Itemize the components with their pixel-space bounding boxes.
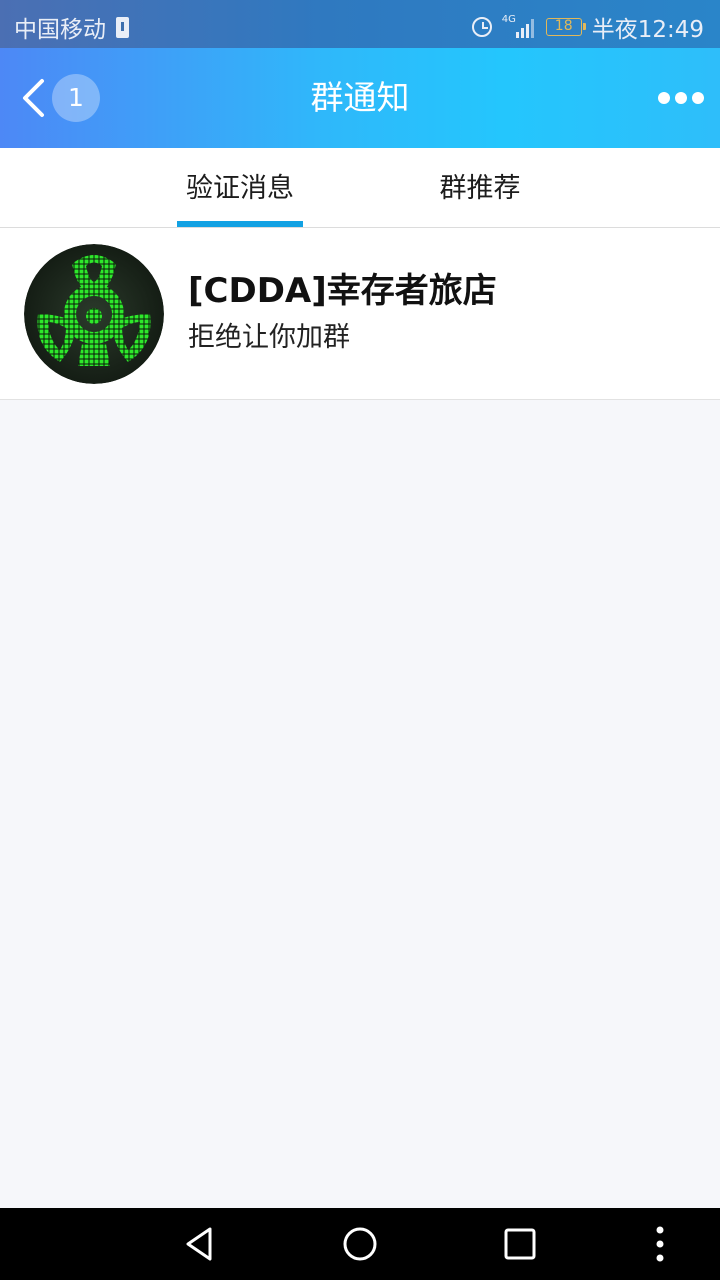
- system-navigation-bar: [0, 1208, 720, 1280]
- title-bar: 1 群通知: [0, 48, 720, 148]
- tab-verification-messages[interactable]: 验证消息: [177, 148, 303, 228]
- group-name: [CDDA]幸存者旅店: [188, 271, 497, 311]
- overflow-menu-icon[interactable]: [640, 1224, 680, 1264]
- more-options-icon[interactable]: [656, 88, 706, 108]
- tab-bar: 验证消息 群推荐: [0, 148, 720, 228]
- alarm-clock-icon: [471, 17, 492, 37]
- clock-time: 半夜12:49: [591, 17, 704, 43]
- network-type-label: 4G: [501, 14, 516, 25]
- status-left: 中国移动: [14, 10, 129, 44]
- group-avatar-biohazard-icon[interactable]: [24, 244, 164, 384]
- status-right: 4G 18 半夜12:49: [471, 10, 704, 44]
- recents-square-icon[interactable]: [500, 1224, 540, 1264]
- home-circle-icon[interactable]: [340, 1224, 380, 1264]
- page-title: 群通知: [310, 78, 410, 117]
- tab-group-recommendations[interactable]: 群推荐: [416, 148, 544, 228]
- back-triangle-icon[interactable]: [180, 1224, 220, 1264]
- sim-card-icon: [116, 16, 129, 38]
- carrier-label: 中国移动: [14, 17, 106, 43]
- battery-icon: 18: [545, 18, 586, 36]
- active-tab-indicator: [177, 221, 303, 227]
- notice-message: 拒绝让你加群: [188, 322, 350, 353]
- signal-strength-icon: 4G: [501, 14, 536, 38]
- status-bar: 中国移动 4G 18 半夜12:49: [0, 0, 720, 48]
- list-item[interactable]: [CDDA]幸存者旅店 拒绝让你加群: [0, 228, 720, 400]
